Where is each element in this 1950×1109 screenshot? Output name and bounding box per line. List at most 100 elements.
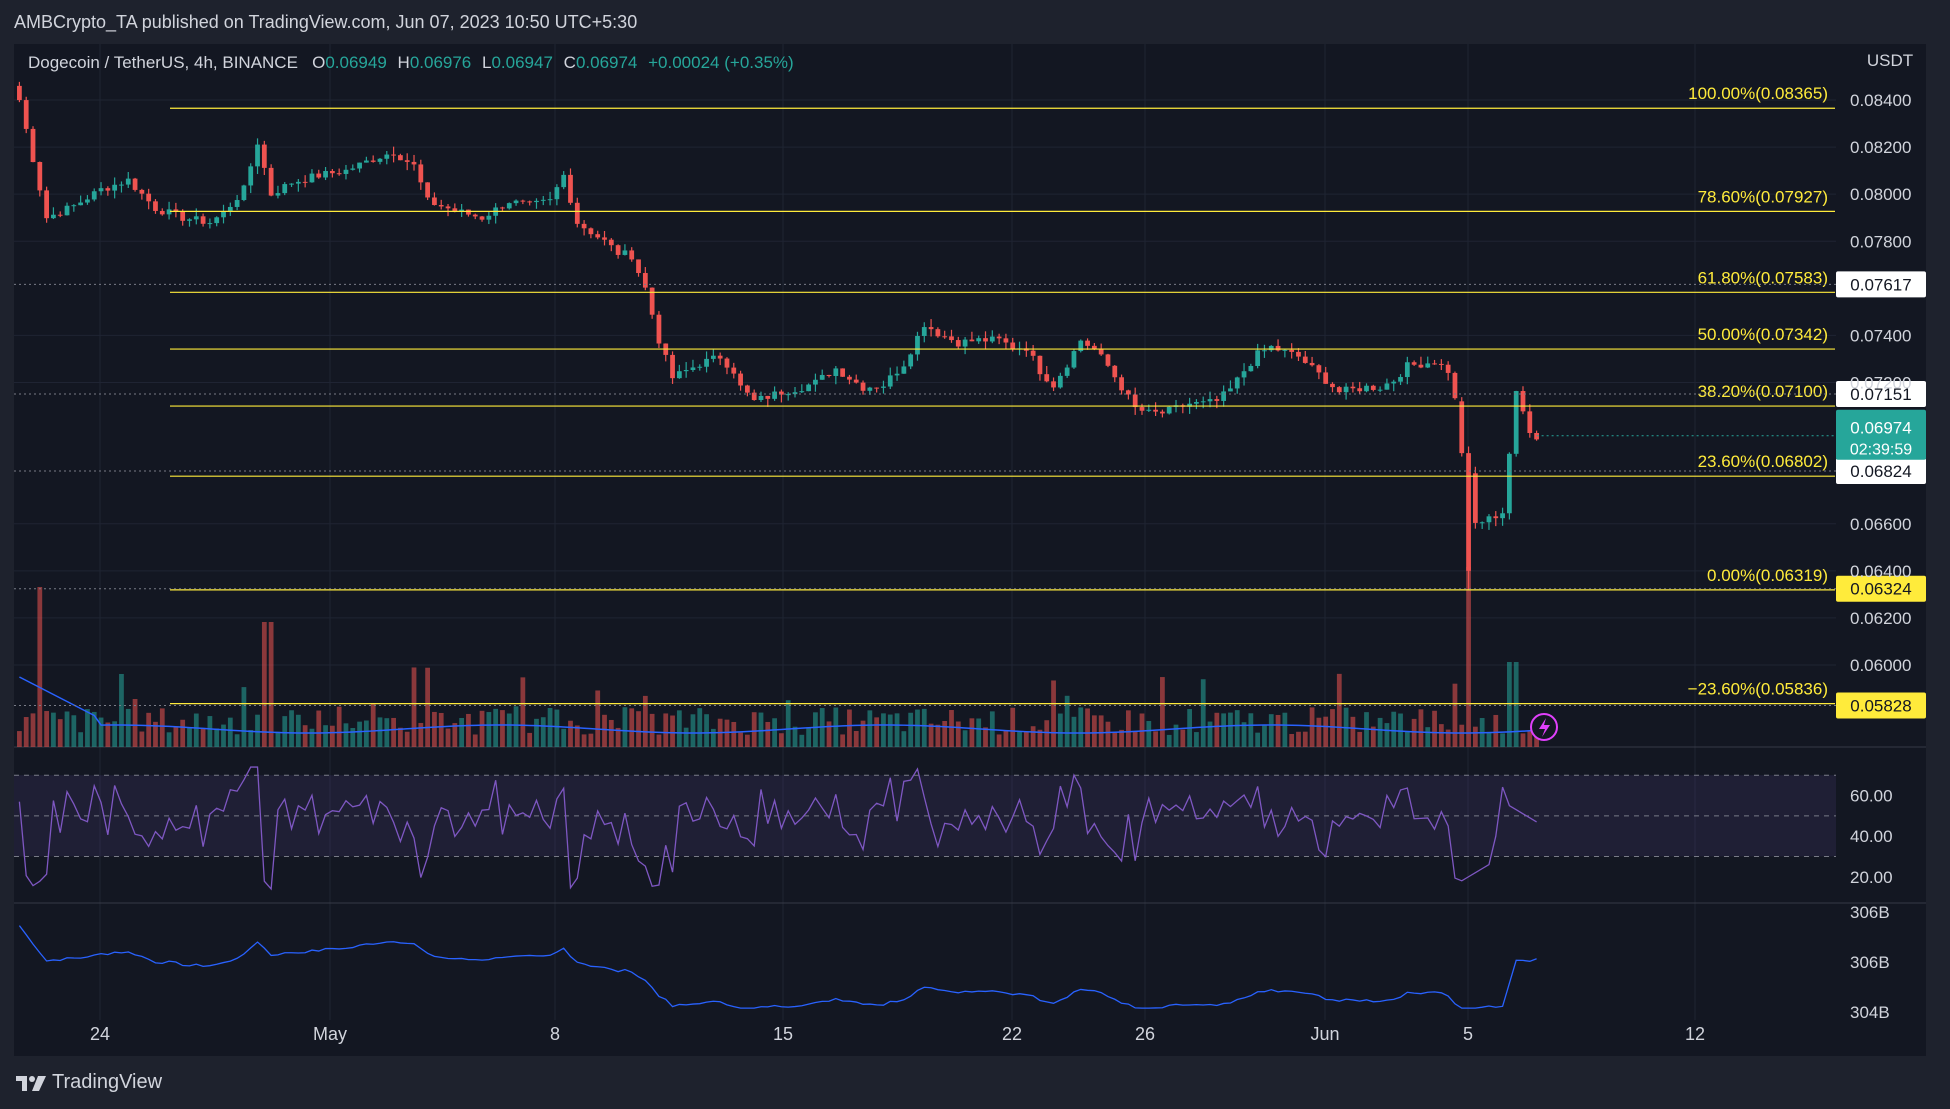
candle-body-161 bbox=[1112, 365, 1118, 378]
volume-bar-153 bbox=[1057, 713, 1063, 747]
price-axis-unit: USDT bbox=[1867, 51, 1913, 70]
candle-body-47 bbox=[336, 173, 342, 175]
rsi-tick-2: 20.00 bbox=[1850, 868, 1893, 887]
volume-bar-68 bbox=[479, 710, 485, 747]
candle-body-25 bbox=[187, 219, 192, 221]
tradingview-brand[interactable]: TradingView bbox=[52, 1071, 162, 1094]
volume-bar-6 bbox=[57, 719, 63, 747]
volume-bar-220 bbox=[1513, 662, 1519, 747]
volume-bar-74 bbox=[520, 677, 526, 747]
volume-bar-208 bbox=[1432, 710, 1437, 747]
obv-tick-0: 306B bbox=[1850, 903, 1890, 922]
candle-body-92 bbox=[642, 273, 648, 288]
time-tick-0: 24 bbox=[90, 1024, 110, 1044]
candle-body-209 bbox=[1438, 363, 1444, 365]
high-value: 0.06976 bbox=[409, 53, 472, 72]
volume-bar-136 bbox=[942, 720, 948, 747]
volume-bar-56 bbox=[398, 727, 403, 747]
obv-line bbox=[18, 925, 1537, 1009]
candle-body-194 bbox=[1336, 387, 1342, 393]
volume-bar-69 bbox=[486, 712, 492, 747]
candle-body-166 bbox=[1146, 409, 1152, 411]
volume-bar-145 bbox=[1003, 730, 1009, 747]
candle-body-191 bbox=[1316, 365, 1322, 373]
candle-body-133 bbox=[921, 327, 927, 336]
volume-bar-202 bbox=[1391, 711, 1397, 747]
volume-bar-28 bbox=[207, 716, 213, 747]
candle-body-210 bbox=[1445, 364, 1451, 373]
close-value: 0.06974 bbox=[575, 53, 638, 72]
volume-bar-217 bbox=[1493, 714, 1499, 747]
volume-bar-140 bbox=[969, 718, 975, 747]
volume-bar-190 bbox=[1309, 707, 1315, 747]
candle-body-124 bbox=[860, 382, 866, 391]
candle-body-91 bbox=[636, 259, 641, 274]
fib-label-2: 61.80%(0.07583) bbox=[1698, 268, 1828, 287]
volume-bar-50 bbox=[357, 721, 362, 747]
volume-bar-203 bbox=[1398, 713, 1403, 747]
volume-bar-19 bbox=[146, 712, 152, 747]
price-tick-3: 0.07800 bbox=[1850, 232, 1911, 251]
symbol-name[interactable]: Dogecoin / TetherUS, 4h, BINANCE bbox=[28, 53, 298, 72]
candle-body-151 bbox=[1044, 374, 1050, 382]
candle-body-129 bbox=[894, 373, 900, 376]
price-tag-2: 0.06824 bbox=[1850, 462, 1911, 481]
candle-body-173 bbox=[1194, 402, 1199, 404]
candle-body-36 bbox=[261, 144, 267, 168]
candle-body-152 bbox=[1051, 381, 1056, 388]
volume-bar-98 bbox=[683, 727, 689, 747]
candle-body-32 bbox=[234, 200, 240, 207]
volume-bar-24 bbox=[180, 719, 186, 747]
volume-bar-160 bbox=[1105, 721, 1111, 747]
tradingview-logo-icon[interactable] bbox=[16, 1074, 46, 1092]
volume-bar-87 bbox=[608, 719, 614, 747]
volume-bar-171 bbox=[1180, 729, 1186, 747]
volume-bar-39 bbox=[282, 716, 288, 747]
volume-bar-108 bbox=[751, 712, 757, 747]
candle-body-179 bbox=[1234, 377, 1240, 389]
candle-body-196 bbox=[1350, 386, 1356, 389]
candle-body-68 bbox=[479, 216, 485, 220]
candle-body-149 bbox=[1030, 350, 1036, 356]
volume-bar-40 bbox=[289, 710, 294, 747]
candle-body-18 bbox=[139, 189, 145, 194]
candle-body-203 bbox=[1398, 377, 1403, 382]
volume-bar-58 bbox=[411, 667, 417, 747]
candle-body-200 bbox=[1377, 389, 1383, 391]
candle-body-63 bbox=[445, 206, 451, 209]
obv-pane: 306B 306B 304B bbox=[18, 903, 1890, 1022]
volume-bar-133 bbox=[921, 708, 927, 747]
volume-bar-62 bbox=[438, 712, 444, 747]
candle-body-11 bbox=[91, 191, 97, 200]
candle-body-222 bbox=[1527, 411, 1533, 434]
price-tick-5: 0.07200 bbox=[1850, 374, 1911, 393]
volume-bar-135 bbox=[935, 724, 941, 747]
volume-bar-85 bbox=[595, 690, 601, 747]
volume-bar-29 bbox=[214, 728, 220, 747]
volume-bar-200 bbox=[1377, 717, 1383, 747]
volume-bar-18 bbox=[139, 731, 145, 747]
volume-bar-166 bbox=[1146, 721, 1152, 747]
volume-bar-71 bbox=[500, 710, 505, 747]
price-tag-0: 0.07617 bbox=[1850, 275, 1911, 294]
volume-bar-117 bbox=[813, 712, 818, 747]
volume-bar-55 bbox=[391, 717, 396, 747]
volume-bar-15 bbox=[119, 673, 124, 747]
candle-body-37 bbox=[268, 167, 274, 196]
candle-body-17 bbox=[132, 178, 138, 190]
candle-body-53 bbox=[377, 158, 383, 162]
volume-bar-82 bbox=[574, 725, 580, 747]
volume-bar-121 bbox=[840, 734, 846, 747]
volume-bar-107 bbox=[745, 734, 750, 747]
current-price-label: 0.06974 bbox=[1850, 419, 1911, 438]
volume-bar-17 bbox=[132, 699, 138, 747]
volume-bar-149 bbox=[1030, 726, 1036, 747]
volume-bar-222 bbox=[1527, 730, 1533, 747]
volume-bar-60 bbox=[425, 667, 430, 747]
volume-bar-164 bbox=[1132, 731, 1138, 747]
volume-bar-212 bbox=[1459, 724, 1465, 747]
candle-body-157 bbox=[1085, 340, 1090, 346]
volume-bar-137 bbox=[949, 709, 954, 747]
price-chart[interactable]: 100.00%(0.08365) 78.60%(0.07927) 61.80%(0.… bbox=[0, 0, 1950, 1109]
candle-body-117 bbox=[813, 379, 818, 385]
